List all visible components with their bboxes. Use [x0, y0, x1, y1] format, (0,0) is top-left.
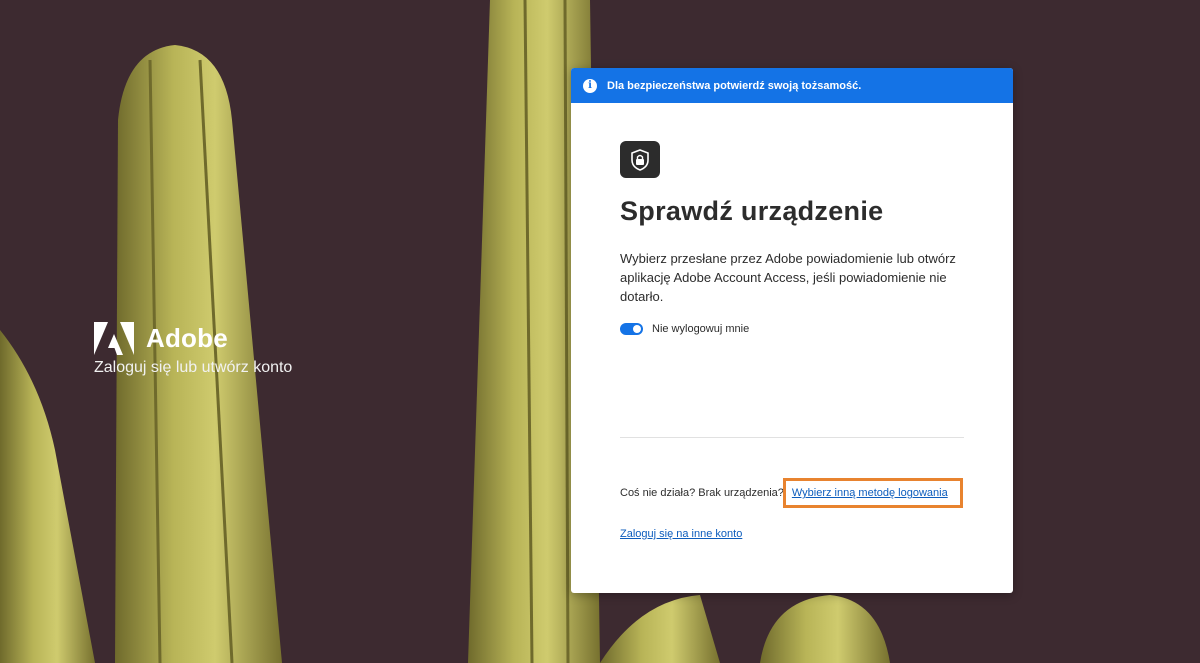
banner-text: Dla bezpieczeństwa potwierdź swoją tożsa…	[607, 79, 862, 92]
brand-tagline: Zaloguj się lub utwórz konto	[94, 359, 293, 376]
adobe-logo-icon	[94, 322, 134, 355]
info-icon: i	[583, 78, 597, 93]
device-lock-icon	[620, 141, 660, 178]
other-method-link[interactable]: Wybierz inną metodę logowania	[792, 487, 948, 499]
help-text: Coś nie działa? Brak urządzenia?	[620, 487, 784, 499]
page-title: Sprawdź urządzenie	[620, 196, 884, 226]
stay-signed-in-toggle[interactable]	[620, 323, 643, 335]
brand-name: Adobe	[146, 323, 228, 353]
security-banner: i Dla bezpieczeństwa potwierdź swoją toż…	[571, 68, 1013, 103]
instructions-text: Wybierz przesłane przez Adobe powiadomie…	[620, 251, 956, 304]
highlighted-link-frame: Wybierz inną metodę logowania	[782, 478, 963, 508]
stay-signed-in-row: Nie wylogowuj mnie	[620, 323, 964, 335]
other-account-link[interactable]: Zaloguj się na inne konto	[620, 528, 742, 540]
stay-signed-in-label: Nie wylogowuj mnie	[652, 323, 750, 335]
help-row: Coś nie działa? Brak urządzenia? Wybierz…	[620, 478, 963, 508]
divider	[620, 437, 964, 438]
brand-block: Adobe Zaloguj się lub utwórz konto	[94, 322, 292, 377]
verification-card: i Dla bezpieczeństwa potwierdź swoją toż…	[571, 68, 1013, 593]
